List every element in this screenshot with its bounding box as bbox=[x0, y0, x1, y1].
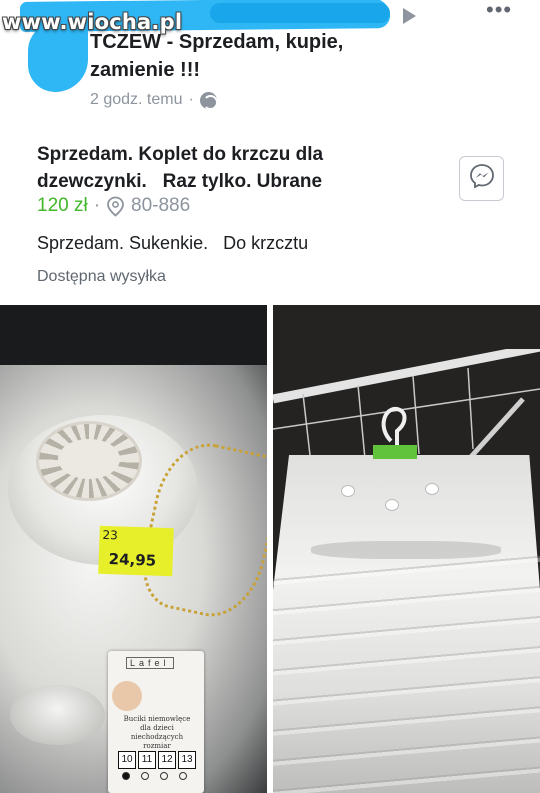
meta-separator: · bbox=[188, 91, 194, 108]
dress-waist bbox=[311, 541, 501, 559]
redaction-scribble bbox=[210, 3, 390, 23]
sticker-number: 23 bbox=[102, 527, 119, 543]
sticker-price: 24,95 bbox=[108, 550, 157, 570]
post-meta: 2 godz. temu · bbox=[90, 91, 218, 110]
size-circle bbox=[141, 772, 149, 780]
baby-photo bbox=[112, 681, 142, 711]
price-row: 120 zł · 80-886 bbox=[37, 195, 190, 217]
listing-photo-dress[interactable] bbox=[273, 305, 540, 793]
shoe-label-card: Lafel Buciki niemowlęce dla dzieci niech… bbox=[108, 651, 204, 793]
more-options-icon[interactable]: ••• bbox=[486, 0, 512, 21]
size-box: 11 bbox=[138, 751, 156, 769]
listing-location: 80-886 bbox=[131, 195, 191, 216]
listing-price: 120 zł bbox=[37, 195, 88, 216]
size-box: 13 bbox=[178, 751, 196, 769]
hanger-tag bbox=[373, 445, 417, 459]
rosette bbox=[385, 499, 399, 511]
size-boxes: 10 11 12 13 bbox=[118, 751, 196, 769]
message-seller-button[interactable] bbox=[459, 156, 504, 201]
rosette bbox=[341, 485, 355, 497]
listing-photo-shoes[interactable]: 23 24,95 Lafel Buciki niemowlęce dla dzi… bbox=[0, 305, 267, 793]
price-separator: · bbox=[93, 195, 101, 216]
post-header: www.wiocha.pl TCZEW - Sprzedam, kupie, z… bbox=[0, 0, 540, 120]
card-text: Buciki niemowlęce dla dzieci niechodzący… bbox=[123, 715, 191, 750]
watermark: www.wiocha.pl bbox=[2, 10, 183, 34]
listing-description: Sprzedam. Sukenkie. Do krzcztu bbox=[37, 233, 309, 253]
location-pin-icon bbox=[106, 196, 125, 217]
group-name-link[interactable]: TCZEW - Sprzedam, kupie, zamienie !!! bbox=[90, 28, 390, 84]
size-circle bbox=[160, 772, 168, 780]
size-box: 12 bbox=[158, 751, 176, 769]
shipping-info: Dostępna wysyłka bbox=[37, 268, 166, 285]
timestamp[interactable]: 2 godz. temu bbox=[90, 91, 183, 109]
size-circles bbox=[122, 772, 187, 780]
size-circle bbox=[122, 772, 130, 780]
price-sticker: 23 24,95 bbox=[98, 525, 174, 577]
play-arrow-icon bbox=[403, 8, 416, 24]
second-bonnet-image bbox=[10, 685, 105, 745]
dress-ruffles bbox=[273, 555, 540, 793]
card-brand: Lafel bbox=[126, 657, 174, 669]
size-box: 10 bbox=[118, 751, 136, 769]
messenger-icon bbox=[468, 162, 496, 195]
rosette bbox=[425, 483, 439, 495]
dress-rosettes bbox=[337, 481, 447, 521]
globe-icon bbox=[199, 91, 218, 110]
listing-title: Sprzedam. Koplet do krzczu dla dzewczynk… bbox=[37, 144, 329, 192]
size-circle bbox=[179, 772, 187, 780]
bonnet-center bbox=[58, 439, 120, 479]
